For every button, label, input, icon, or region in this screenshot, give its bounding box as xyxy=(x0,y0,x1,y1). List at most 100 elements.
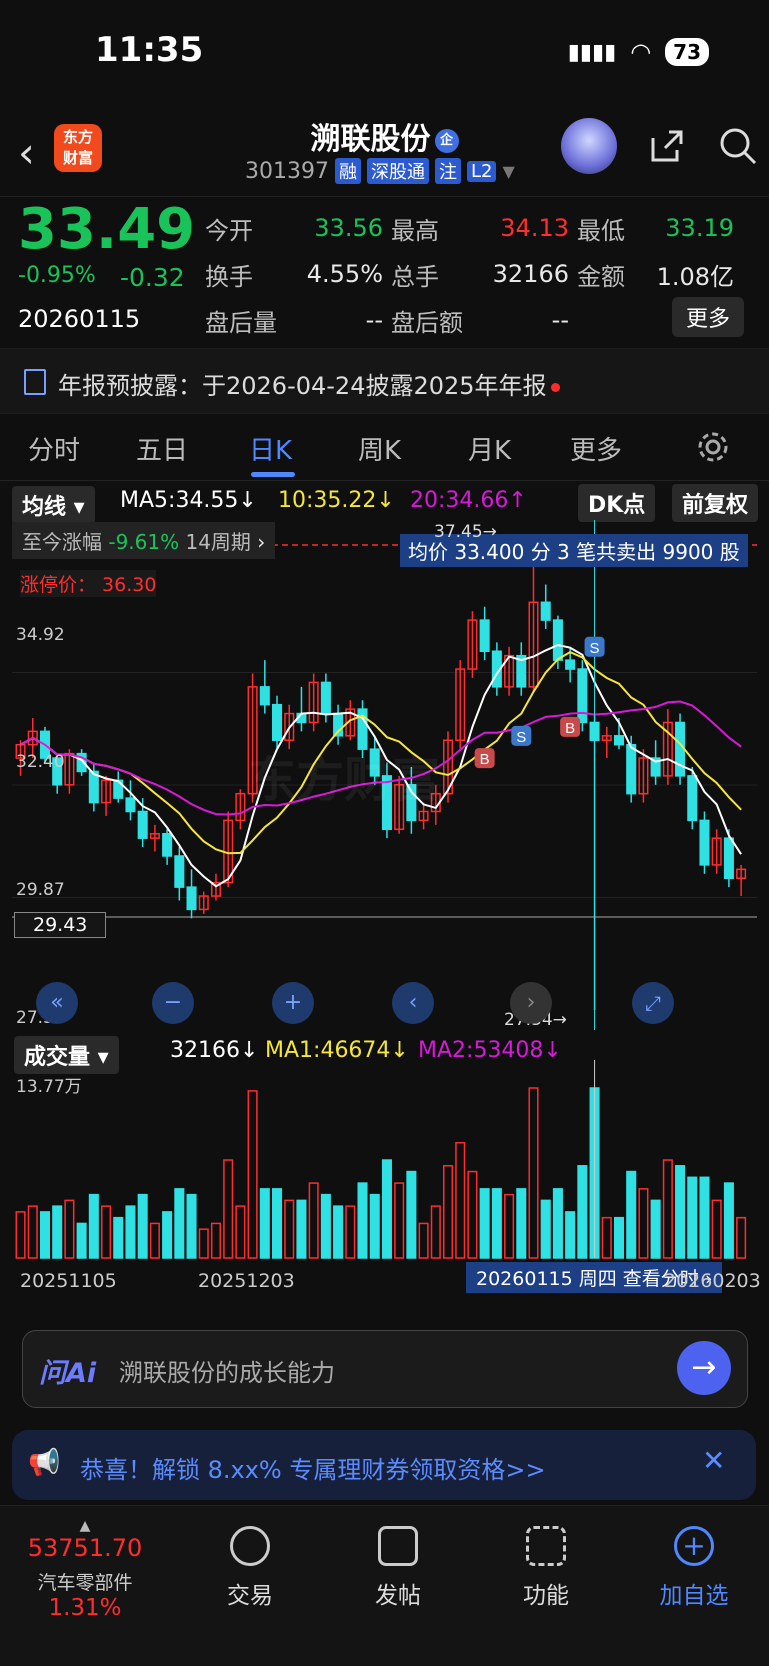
promo-text: 恭喜！解锁 8.xx% 专属理财券领取资格>> xyxy=(80,1456,546,1484)
volume-bar xyxy=(418,1222,429,1259)
volume-bar xyxy=(125,1205,136,1259)
volume-bar xyxy=(149,1222,160,1259)
volume-bar xyxy=(369,1193,380,1259)
quote-row-2: 换手 4.55% 总手 32166 金额 1.08亿 xyxy=(205,251,755,297)
volume-bar xyxy=(504,1193,515,1259)
volume-bar xyxy=(198,1228,209,1259)
ai-robot-icon[interactable] xyxy=(561,118,617,174)
volume-bar xyxy=(736,1216,747,1259)
ma20-value: 20:34.66↑ xyxy=(410,488,527,513)
sector-name: 汽车零部件 xyxy=(37,1572,133,1594)
volume-bar xyxy=(137,1193,148,1259)
nav-trade[interactable]: 交易 xyxy=(190,1526,310,1610)
volume-chart[interactable] xyxy=(12,1060,757,1260)
scroll-right-button[interactable]: › xyxy=(510,982,552,1024)
tab-more[interactable]: 更多 xyxy=(570,430,622,467)
trade-marker-label: B xyxy=(565,720,575,737)
zoom-in-button[interactable]: + xyxy=(272,982,314,1024)
quote-label: 金额 xyxy=(577,262,625,291)
zoom-out-button[interactable]: − xyxy=(152,982,194,1024)
quote-value: 4.55% xyxy=(306,260,383,288)
volume-bar xyxy=(223,1159,234,1259)
sector-index-value: 53751.70 xyxy=(27,1534,143,1562)
scroll-left-fast-button[interactable]: « xyxy=(36,982,78,1024)
tab-daily-k[interactable]: 日K xyxy=(249,430,292,467)
share-icon[interactable] xyxy=(647,126,687,166)
tab-intraday[interactable]: 分时 xyxy=(28,430,80,467)
tab-five-day[interactable]: 五日 xyxy=(136,430,188,467)
ai-question-bar[interactable]: 问Ai 溯联股份的成长能力 → xyxy=(22,1330,748,1408)
range-value: -9.61% xyxy=(108,530,180,554)
sector-index[interactable]: ▲ 53751.70 汽车零部件 1.31% xyxy=(0,1518,170,1621)
volume-bar xyxy=(711,1199,722,1259)
high-marker: 37.45→ xyxy=(434,522,497,542)
ai-send-button[interactable]: → xyxy=(677,1341,731,1395)
more-quote-button[interactable]: 更多 xyxy=(672,297,745,337)
volume-bar xyxy=(235,1205,246,1259)
ma10-value: 10:35.22↓ xyxy=(278,488,395,513)
quote-label: 换手 xyxy=(205,262,253,291)
quote-label: 今开 xyxy=(205,216,253,245)
volume-bar xyxy=(613,1216,625,1259)
candle-body xyxy=(699,819,710,866)
change-percent: -0.95% xyxy=(18,263,96,288)
candle-body xyxy=(259,686,270,706)
enterprise-badge: 企 xyxy=(434,128,459,153)
ma-selector[interactable]: 均线 ▾ xyxy=(12,486,95,524)
limit-up-price: 涨停价： 36.30 xyxy=(20,570,157,597)
range-label: 至今涨幅 xyxy=(22,530,102,554)
volume-bar xyxy=(638,1188,649,1259)
close-icon[interactable]: ✕ xyxy=(702,1444,725,1477)
tab-monthly-k[interactable]: 月K xyxy=(468,430,511,467)
candle-body xyxy=(540,601,551,621)
x-date-label: 20251203 xyxy=(198,1270,295,1292)
quote-panel: 33.49 -0.95% -0.32 20260115 今开 33.56 最高 34… xyxy=(0,196,769,349)
candle-body xyxy=(577,668,588,724)
signal-icon: ▮▮▮▮ xyxy=(567,39,617,65)
range-change-box[interactable]: 至今涨幅 -9.61% 14周期 › xyxy=(12,522,276,559)
volume-bar xyxy=(308,1182,319,1259)
quote-value: 1.08亿 xyxy=(656,262,734,291)
volume-bar xyxy=(88,1193,99,1259)
nav-functions[interactable]: 功能 xyxy=(486,1526,606,1610)
quote-label: 最低 xyxy=(577,216,625,245)
dropdown-icon: ▼ xyxy=(502,161,515,181)
volume-bar xyxy=(491,1188,502,1259)
settings-icon[interactable] xyxy=(696,430,730,464)
volume-bar xyxy=(650,1199,661,1259)
volume-bar xyxy=(320,1193,331,1259)
fullscreen-button[interactable]: ⤢ xyxy=(632,982,674,1024)
tab-underline xyxy=(251,472,295,477)
nav-add-watchlist[interactable]: + 加自选 xyxy=(634,1526,754,1610)
grid-icon xyxy=(526,1526,566,1566)
dk-point-button[interactable]: DK点 xyxy=(578,484,656,522)
candle-body xyxy=(320,681,331,715)
volume-bar xyxy=(467,1170,478,1259)
nav-post[interactable]: 发帖 xyxy=(338,1526,458,1610)
volume-bar xyxy=(442,1165,454,1259)
candle-body xyxy=(613,735,625,746)
candle-body xyxy=(272,703,283,742)
candle-body xyxy=(675,721,686,777)
nav-post-label: 发帖 xyxy=(375,1583,421,1609)
stock-code-row[interactable]: 301397 融 深股通 注 L2 ▼ xyxy=(245,158,515,184)
scroll-left-button[interactable]: ‹ xyxy=(392,982,434,1024)
search-icon[interactable] xyxy=(717,125,759,167)
volume-bar xyxy=(357,1182,368,1259)
announcement-bar[interactable]: 年报预披露：于2026-04-24披露2025年年报 xyxy=(0,348,769,414)
volume-bar xyxy=(662,1159,673,1259)
promo-banner[interactable]: 📢 恭喜！解锁 8.xx% 专属理财券领取资格>> ✕ xyxy=(12,1430,756,1500)
volume-bar xyxy=(577,1165,588,1259)
volume-bar xyxy=(381,1159,392,1259)
tab-weekly-k[interactable]: 周K xyxy=(358,430,401,467)
tag-margin: 融 xyxy=(334,158,361,184)
candle-body xyxy=(479,619,490,652)
volume-bar xyxy=(675,1165,686,1259)
quote-value: -- xyxy=(551,306,569,334)
volume-bar xyxy=(540,1199,551,1259)
volume-bar xyxy=(27,1205,38,1259)
ai-placeholder: 溯联股份的成长能力 xyxy=(119,1359,335,1387)
volume-bar xyxy=(162,1211,173,1259)
adjust-button[interactable]: 前复权 xyxy=(672,484,759,522)
volume-bar xyxy=(15,1211,26,1259)
